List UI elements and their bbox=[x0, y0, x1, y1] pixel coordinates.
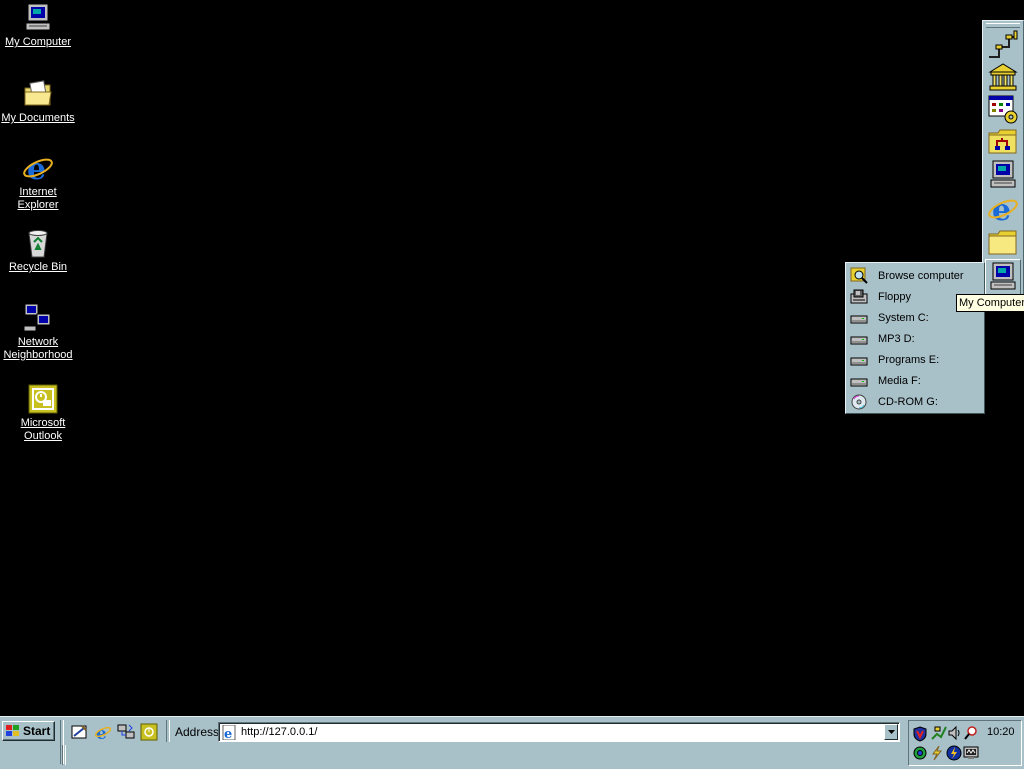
sidebar-button-computer[interactable] bbox=[987, 159, 1019, 191]
desktop-icon-internet-explorer[interactable]: e Internet Explorer bbox=[0, 152, 76, 212]
desktop-icon-my-documents[interactable]: My Documents bbox=[0, 78, 76, 125]
sidebar-button-control-panel[interactable] bbox=[987, 93, 1019, 125]
menu-item-label: MP3 D: bbox=[878, 332, 915, 345]
bank-icon bbox=[988, 63, 1018, 91]
speaker-icon bbox=[948, 725, 960, 741]
menu-item-media-f[interactable]: Media F: bbox=[848, 370, 982, 391]
magnifier-icon bbox=[964, 726, 977, 740]
shield-icon bbox=[913, 726, 927, 742]
gear-icon bbox=[913, 746, 927, 760]
chevron-down-icon bbox=[887, 730, 895, 734]
cdrom-icon bbox=[851, 394, 867, 409]
tray-settings[interactable] bbox=[912, 745, 928, 761]
menu-item-label: Programs E: bbox=[878, 353, 940, 366]
clock[interactable]: 10:20 bbox=[987, 726, 1015, 738]
network-connections-icon bbox=[989, 30, 1018, 58]
tray-power[interactable] bbox=[929, 745, 945, 761]
desktop-icon-label: My Documents bbox=[1, 112, 75, 124]
tray-volume[interactable] bbox=[947, 725, 963, 741]
menu-item-label: Floppy bbox=[878, 290, 912, 303]
menu-item-browse-computer[interactable]: Browse computer bbox=[848, 265, 982, 286]
quicklaunch-show-desktop[interactable] bbox=[70, 723, 88, 741]
menu-item-cdrom-g[interactable]: CD-ROM G: bbox=[848, 391, 982, 412]
desktop-icon-my-computer[interactable]: My Computer bbox=[0, 2, 76, 49]
start-button[interactable]: Start bbox=[2, 721, 55, 741]
my-computer-icon bbox=[990, 262, 1016, 290]
desktop-icon-label: Internet Explorer bbox=[17, 186, 59, 211]
address-dropdown-button[interactable] bbox=[884, 724, 898, 740]
lightning-icon bbox=[932, 745, 943, 761]
outlook-icon bbox=[140, 723, 158, 741]
taskbar-separator bbox=[62, 745, 66, 765]
menu-item-programs-e[interactable]: Programs E: bbox=[848, 349, 982, 370]
control-panel-icon bbox=[988, 95, 1018, 124]
desktop-icon-recycle-bin[interactable]: Recycle Bin bbox=[0, 227, 76, 274]
desktop-icon-label: My Computer bbox=[4, 36, 72, 48]
floppy-icon bbox=[850, 289, 868, 303]
address-bar: e bbox=[218, 722, 900, 742]
menu-item-label: Media F: bbox=[878, 374, 921, 387]
monitor-icon bbox=[963, 746, 979, 759]
computer-icon bbox=[990, 160, 1016, 188]
desktop-icon-microsoft-outlook[interactable]: Microsoft Outlook bbox=[5, 383, 81, 443]
drive-icon bbox=[850, 357, 868, 365]
svg-text:e: e bbox=[27, 152, 46, 184]
network-icon bbox=[23, 303, 51, 332]
show-desktop-icon bbox=[71, 725, 87, 739]
sidebar-button-internet-explorer[interactable]: e bbox=[987, 193, 1019, 225]
menu-item-label: Browse computer bbox=[878, 269, 964, 282]
ie-icon: e bbox=[94, 724, 112, 741]
quicklaunch-outlook[interactable] bbox=[140, 723, 158, 741]
desktop-icon-label: Network Neighborhood bbox=[3, 336, 73, 361]
recycle-bin-icon bbox=[28, 230, 48, 258]
desktop-icon-label: Recycle Bin bbox=[8, 261, 68, 273]
menu-item-mp3-d[interactable]: MP3 D: bbox=[848, 328, 982, 349]
windows-logo-icon bbox=[6, 725, 19, 736]
system-tray: 10:20 bbox=[908, 720, 1022, 766]
browse-icon bbox=[850, 267, 868, 284]
sidebar-button-my-computer[interactable] bbox=[985, 259, 1021, 295]
my-computer-menu: Browse computer Floppy System C: MP3 D: bbox=[845, 262, 985, 414]
sidebar-grip[interactable] bbox=[986, 23, 1020, 28]
tray-search[interactable] bbox=[963, 725, 979, 741]
taskbar-separator bbox=[166, 720, 170, 742]
tray-winamp[interactable] bbox=[946, 745, 962, 761]
desktop-icon-label: Microsoft Outlook bbox=[20, 417, 66, 442]
ie-icon: e bbox=[988, 193, 1018, 225]
sidebar-button-network-connections[interactable] bbox=[987, 29, 1019, 61]
drive-icon bbox=[850, 378, 868, 386]
ie-page-icon: e bbox=[222, 725, 236, 740]
winamp-icon bbox=[946, 745, 962, 761]
taskbar: Start e Address e http://127.0.0.1/ 10:2… bbox=[0, 716, 1024, 769]
address-label: Address bbox=[175, 725, 220, 739]
network-folder-icon bbox=[988, 129, 1017, 154]
menu-item-label: CD-ROM G: bbox=[878, 395, 938, 408]
quick-launch-sidebar: e bbox=[982, 20, 1024, 298]
start-label: Start bbox=[23, 724, 51, 738]
computer-icon bbox=[25, 3, 51, 31]
outlook-icon bbox=[28, 384, 58, 414]
svg-text:e: e bbox=[224, 727, 232, 740]
network-icon bbox=[117, 724, 135, 739]
tray-monitor[interactable] bbox=[963, 745, 979, 761]
ie-icon: e bbox=[23, 152, 53, 184]
sidebar-button-folder[interactable] bbox=[987, 226, 1019, 258]
tray-network[interactable] bbox=[931, 725, 947, 741]
drive-icon bbox=[850, 315, 868, 323]
drive-icon bbox=[850, 336, 868, 344]
sidebar-button-bank[interactable] bbox=[987, 61, 1019, 93]
quicklaunch-internet-explorer[interactable]: e bbox=[94, 723, 112, 741]
menu-item-label: System C: bbox=[878, 311, 929, 324]
address-input[interactable] bbox=[241, 724, 881, 740]
folder-icon bbox=[988, 230, 1017, 255]
quicklaunch-channels[interactable] bbox=[117, 723, 135, 741]
svg-text:e: e bbox=[992, 193, 1011, 225]
folder-icon bbox=[24, 80, 52, 106]
tray-antivirus[interactable] bbox=[912, 726, 928, 742]
desktop-icon-network-neighborhood[interactable]: Network Neighborhood bbox=[0, 302, 76, 362]
my-computer-tooltip: My Computer bbox=[956, 294, 1024, 312]
network-connections-icon bbox=[931, 726, 947, 740]
sidebar-button-network-folder[interactable] bbox=[987, 125, 1019, 157]
